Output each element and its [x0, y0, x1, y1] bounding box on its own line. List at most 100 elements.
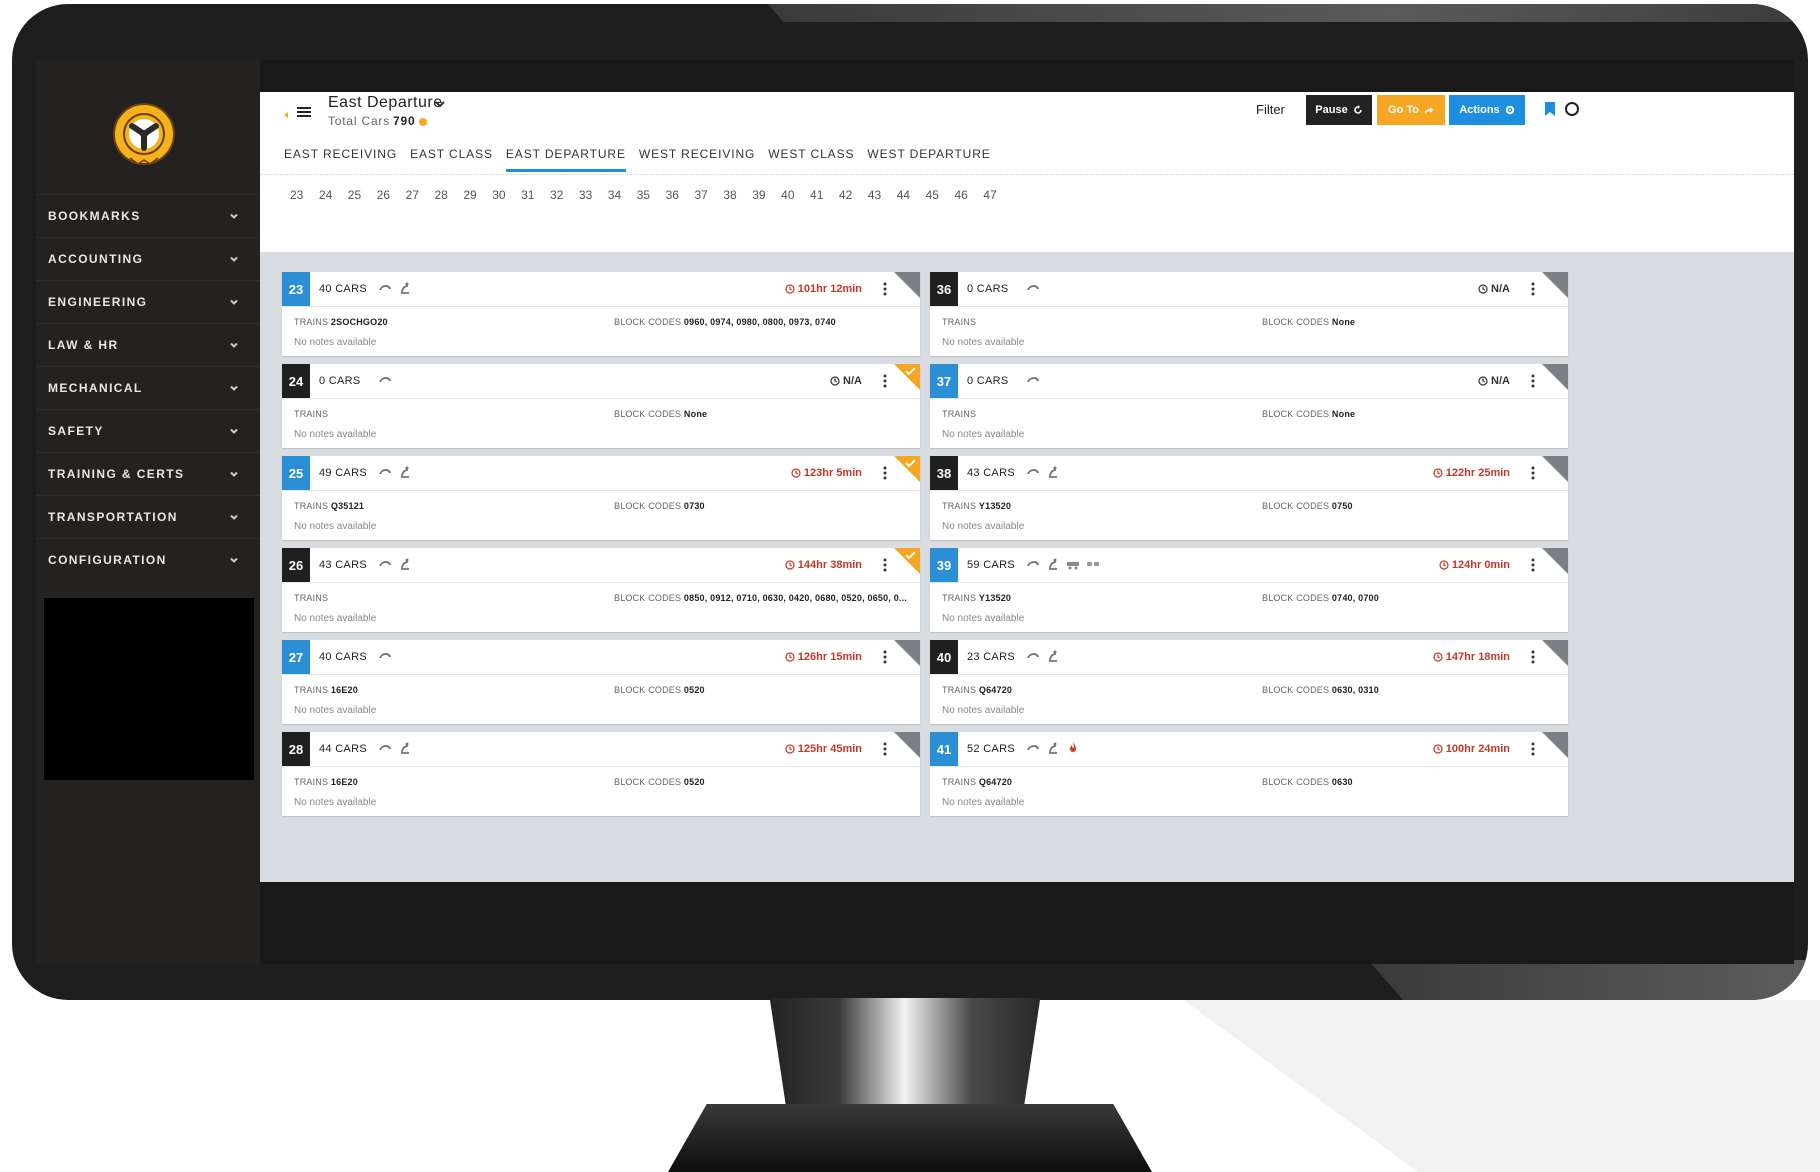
- track-link-28[interactable]: 28: [434, 188, 463, 202]
- track-card-37[interactable]: 37 0 CARS N/A TRAINS BLOCK CODES None No not…: [930, 364, 1568, 448]
- track-link-46[interactable]: 46: [954, 188, 983, 202]
- tab-west-receiving[interactable]: WEST RECEIVING: [639, 142, 755, 172]
- track-link-25[interactable]: 25: [348, 188, 377, 202]
- kebab-menu-icon[interactable]: [1531, 374, 1535, 388]
- track-link-24[interactable]: 24: [319, 188, 348, 202]
- track-card-36[interactable]: 36 0 CARS N/A TRAINS BLOCK CODES None No not…: [930, 272, 1568, 356]
- track-link-43[interactable]: 43: [868, 188, 897, 202]
- go-to-button[interactable]: Go To: [1377, 95, 1445, 125]
- track-link-32[interactable]: 32: [550, 188, 579, 202]
- kebab-menu-icon[interactable]: [1531, 558, 1535, 572]
- track-link-23[interactable]: 23: [290, 188, 319, 202]
- track-card-26[interactable]: 26 43 CARS 144hr 38min TRAINS BLOCK CODES 0…: [282, 548, 920, 632]
- sidebar-item-engineering[interactable]: ENGINEERING: [36, 280, 260, 323]
- track-card-27[interactable]: 27 40 CARS 126hr 15min TRAINS 16E20 BLOCK CO…: [282, 640, 920, 724]
- track-link-39[interactable]: 39: [752, 188, 781, 202]
- track-card-41[interactable]: 41 52 CARS 100hr 24min TRAINS Q64720 BLOCK C…: [930, 732, 1568, 816]
- sidebar-item-transportation[interactable]: TRANSPORTATION: [36, 495, 260, 538]
- track-link-40[interactable]: 40: [781, 188, 810, 202]
- back-arrow-icon[interactable]: [282, 109, 292, 121]
- actions-button[interactable]: Actions: [1449, 95, 1525, 125]
- dwell-time-value: 126hr 15min: [797, 651, 862, 663]
- sidebar-item-mechanical[interactable]: MECHANICAL: [36, 366, 260, 409]
- car-type-icons: [378, 465, 412, 479]
- track-link-35[interactable]: 35: [637, 188, 666, 202]
- track-card-28[interactable]: 28 44 CARS 125hr 45min TRAINS 16E20 BLOCK CO…: [282, 732, 920, 816]
- sidebar-item-accounting[interactable]: ACCOUNTING: [36, 237, 260, 280]
- kebab-menu-icon[interactable]: [1531, 742, 1535, 756]
- car-count: 40 CARS: [319, 651, 367, 663]
- car-icon: [1026, 373, 1040, 387]
- clock-icon: [1433, 652, 1443, 662]
- dwell-time-value: N/A: [843, 375, 862, 387]
- track-link-44[interactable]: 44: [897, 188, 926, 202]
- dwell-time: 122hr 25min: [1433, 467, 1510, 479]
- tab-west-departure[interactable]: WEST DEPARTURE: [867, 142, 990, 172]
- tab-west-class[interactable]: WEST CLASS: [768, 142, 854, 172]
- gear-icon: [1505, 105, 1514, 115]
- kebab-menu-icon[interactable]: [1531, 650, 1535, 664]
- car-count: 0 CARS: [967, 375, 1009, 387]
- track-number: 27: [282, 640, 310, 674]
- hamburger-menu-icon[interactable]: [296, 104, 312, 120]
- track-link-45[interactable]: 45: [926, 188, 955, 202]
- tab-east-departure[interactable]: EAST DEPARTURE: [505, 142, 626, 172]
- clock-icon: [785, 284, 795, 294]
- sidebar-item-law-hr[interactable]: LAW & HR: [36, 323, 260, 366]
- sidebar-item-configuration[interactable]: CONFIGURATION: [36, 538, 260, 581]
- pause-button[interactable]: Pause: [1306, 95, 1372, 125]
- track-link-31[interactable]: 31: [521, 188, 550, 202]
- sidebar-item-training-certs[interactable]: TRAINING & CERTS: [36, 452, 260, 495]
- chevron-down-icon[interactable]: [434, 98, 446, 110]
- track-card-38[interactable]: 38 43 CARS 122hr 25min TRAINS Y13520 BLOCK C…: [930, 456, 1568, 540]
- page-title[interactable]: East Departure: [328, 94, 443, 112]
- track-link-26[interactable]: 26: [377, 188, 406, 202]
- clock-icon: [1478, 376, 1488, 386]
- kebab-menu-icon[interactable]: [883, 466, 887, 480]
- track-link-34[interactable]: 34: [608, 188, 637, 202]
- track-link-33[interactable]: 33: [579, 188, 608, 202]
- corner-flag-icon: [894, 640, 920, 666]
- card-header: 28 44 CARS 125hr 45min: [282, 732, 920, 767]
- kebab-menu-icon[interactable]: [1531, 282, 1535, 296]
- track-card-23[interactable]: 23 40 CARS 101hr 12min TRAINS 2SOCHGO20 BLOC…: [282, 272, 920, 356]
- tab-east-receiving[interactable]: EAST RECEIVING: [284, 142, 397, 172]
- block-codes-value: None: [683, 409, 708, 419]
- kebab-menu-icon[interactable]: [883, 374, 887, 388]
- track-card-39[interactable]: 39 59 CARS 124hr 0min TRAINS Y13520 BLOCK CO…: [930, 548, 1568, 632]
- track-card-40[interactable]: 40 23 CARS 147hr 18min TRAINS Q64720 BLOCK C…: [930, 640, 1568, 724]
- kebab-menu-icon[interactable]: [883, 742, 887, 756]
- track-link-47[interactable]: 47: [983, 188, 1012, 202]
- track-link-36[interactable]: 36: [666, 188, 695, 202]
- sidebar-item-bookmarks[interactable]: BOOKMARKS: [36, 194, 260, 237]
- sidebar-item-label: TRANSPORTATION: [48, 510, 178, 524]
- block-codes-label: BLOCK CODES: [614, 777, 682, 787]
- car-icon: [378, 557, 392, 571]
- filter-button[interactable]: Filter: [1256, 102, 1285, 117]
- kebab-menu-icon[interactable]: [883, 650, 887, 664]
- track-link-37[interactable]: 37: [694, 188, 723, 202]
- track-card-24[interactable]: 24 0 CARS N/A TRAINS BLOCK CODES None No not…: [282, 364, 920, 448]
- trains-field: TRAINS: [294, 409, 328, 419]
- kebab-menu-icon[interactable]: [883, 558, 887, 572]
- kebab-menu-icon[interactable]: [883, 282, 887, 296]
- clock-icon: [1433, 744, 1443, 754]
- card-header: 39 59 CARS 124hr 0min: [930, 548, 1568, 583]
- track-card-25[interactable]: 25 49 CARS 123hr 5min TRAINS Q35121 BLOCK CO…: [282, 456, 920, 540]
- bookmark-icon[interactable]: [1544, 102, 1556, 116]
- tab-east-class[interactable]: EAST CLASS: [410, 142, 493, 172]
- track-link-27[interactable]: 27: [406, 188, 435, 202]
- kebab-menu-icon[interactable]: [1531, 466, 1535, 480]
- trains-value: Q64720: [978, 685, 1013, 695]
- sidebar-item-safety[interactable]: SAFETY: [36, 409, 260, 452]
- sidebar-item-label: TRAINING & CERTS: [48, 467, 185, 481]
- notes-text: No notes available: [294, 705, 377, 716]
- card-header: 41 52 CARS 100hr 24min: [930, 732, 1568, 767]
- user-icon[interactable]: [1565, 102, 1579, 116]
- track-link-30[interactable]: 30: [492, 188, 521, 202]
- bezel-highlight-bottom: [1368, 960, 1808, 1000]
- track-link-29[interactable]: 29: [463, 188, 492, 202]
- track-link-42[interactable]: 42: [839, 188, 868, 202]
- track-link-38[interactable]: 38: [723, 188, 752, 202]
- track-link-41[interactable]: 41: [810, 188, 839, 202]
